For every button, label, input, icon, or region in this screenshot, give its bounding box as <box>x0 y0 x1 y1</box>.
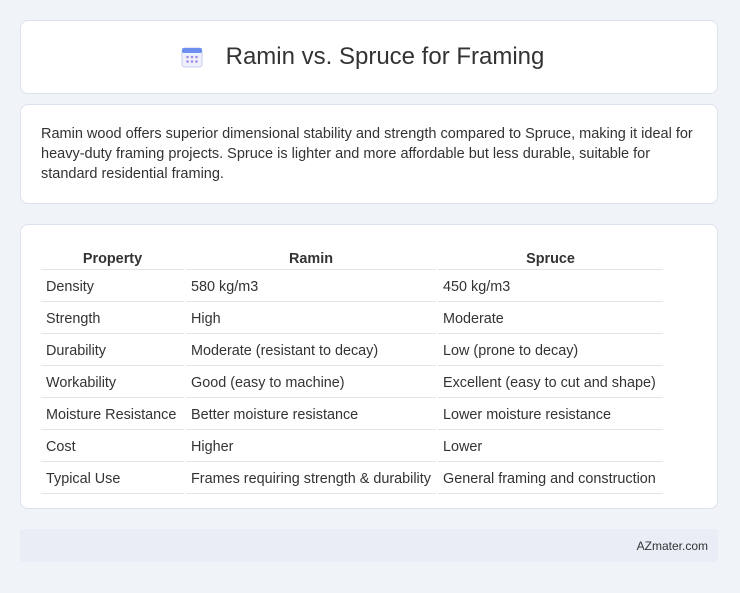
cell-ramin: 580 kg/m3 <box>186 272 436 302</box>
column-header-spruce: Spruce <box>438 247 663 270</box>
comparison-card: Property Ramin Spruce Density 580 kg/m3 45… <box>20 224 718 509</box>
table-row: Durability Moderate (resistant to decay) L… <box>41 336 663 366</box>
table-row: Strength High Moderate <box>41 304 663 334</box>
cell-property: Moisture Resistance <box>41 400 184 430</box>
cell-property: Density <box>41 272 184 302</box>
cell-spruce: Excellent (easy to cut and shape) <box>438 368 663 398</box>
column-header-property: Property <box>41 247 184 270</box>
table-row: Cost Higher Lower <box>41 432 663 462</box>
table-row: Workability Good (easy to machine) Excelle… <box>41 368 663 398</box>
cell-ramin: Frames requiring strength & durability <box>186 464 436 494</box>
summary-text: Ramin wood offers superior dimensional s… <box>41 126 693 182</box>
cell-ramin: Better moisture resistance <box>186 400 436 430</box>
table-row: Density 580 kg/m3 450 kg/m3 <box>41 272 663 302</box>
cell-property: Durability <box>41 336 184 366</box>
footer: AZmater.com <box>20 529 718 562</box>
source-credit: AZmater.com <box>636 538 708 553</box>
title-card: Ramin vs. Spruce for Framing <box>20 20 718 94</box>
page-title: Ramin vs. Spruce for Framing <box>225 43 545 70</box>
cell-ramin: Moderate (resistant to decay) <box>186 336 436 366</box>
calendar-icon <box>181 47 203 68</box>
table-row: Typical Use Frames requiring strength & d… <box>41 464 663 494</box>
comparison-table: Property Ramin Spruce Density 580 kg/m3 45… <box>39 245 665 496</box>
table-header-row: Property Ramin Spruce <box>41 247 663 270</box>
cell-spruce: Lower moisture resistance <box>438 400 663 430</box>
cell-property: Cost <box>41 432 184 462</box>
cell-ramin: Good (easy to machine) <box>186 368 436 398</box>
cell-spruce: 450 kg/m3 <box>438 272 663 302</box>
cell-property: Strength <box>41 304 184 334</box>
summary-card: Ramin wood offers superior dimensional s… <box>20 104 718 204</box>
cell-property: Typical Use <box>41 464 184 494</box>
cell-ramin: Higher <box>186 432 436 462</box>
column-header-ramin: Ramin <box>186 247 436 270</box>
cell-spruce: Low (prone to decay) <box>438 336 663 366</box>
cell-ramin: High <box>186 304 436 334</box>
cell-spruce: Lower <box>438 432 663 462</box>
cell-property: Workability <box>41 368 184 398</box>
cell-spruce: Moderate <box>438 304 663 334</box>
table-row: Moisture Resistance Better moisture resis… <box>41 400 663 430</box>
cell-spruce: General framing and construction <box>438 464 663 494</box>
